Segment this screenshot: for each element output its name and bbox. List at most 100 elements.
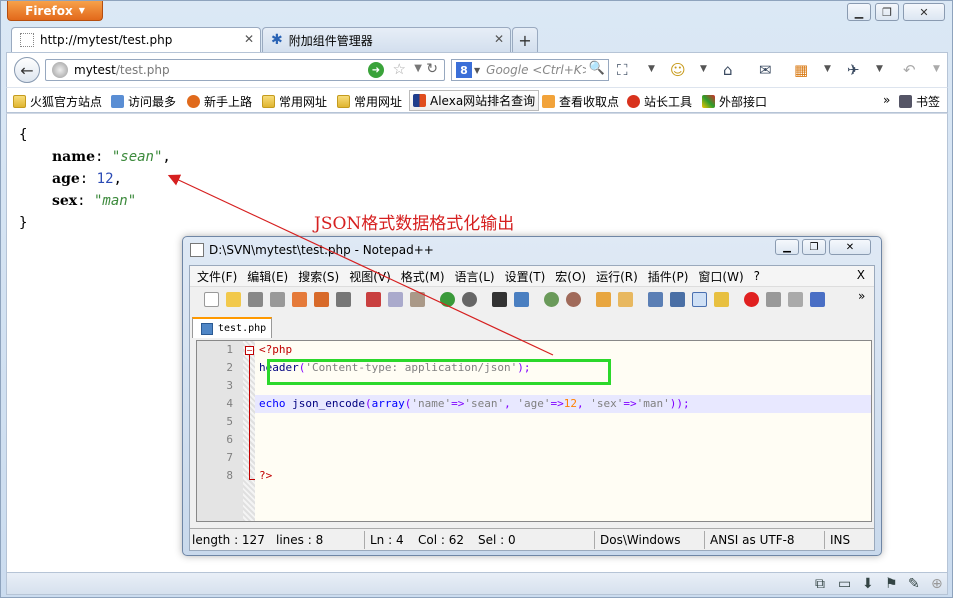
tab-test-php[interactable]: http://mytest/test.php ✕	[11, 27, 261, 52]
close-button[interactable]: ✕	[903, 3, 945, 21]
undo-icon[interactable]	[440, 292, 455, 307]
chevron-down-icon[interactable]: ▼	[700, 64, 707, 74]
run-macro-multiple-icon[interactable]	[810, 292, 825, 307]
menu-plugins[interactable]: 插件(P)	[648, 268, 689, 285]
status-lines: lines : 8	[276, 533, 324, 547]
menu-search[interactable]: 搜索(S)	[298, 268, 339, 285]
bookmark-item[interactable]: 常用网址	[337, 93, 402, 110]
close-all-icon[interactable]	[314, 292, 329, 307]
bookmarks-overflow[interactable]: »	[883, 93, 890, 107]
home-icon[interactable]: ⌂	[723, 61, 733, 79]
open-icon[interactable]: ⧉	[815, 576, 825, 592]
find-icon[interactable]	[492, 292, 507, 307]
chevron-down-icon[interactable]: ▼	[824, 64, 831, 74]
chevron-down-icon[interactable]: ▼	[876, 64, 883, 74]
apps-icon[interactable]: ▦	[794, 61, 808, 79]
window-icon[interactable]: ▭	[838, 576, 851, 592]
code-editor[interactable]: 1 2 3 4 5 6 7 8 − <?php header('Content-…	[196, 340, 872, 522]
menu-view[interactable]: 视图(V)	[349, 268, 391, 285]
replace-icon[interactable]	[514, 292, 529, 307]
search-engine-dropdown-icon[interactable]: ▼	[474, 66, 480, 75]
notepad-minimize-button[interactable]: ▁	[775, 239, 799, 255]
smiley-icon[interactable]: ☺	[670, 61, 686, 79]
bookmark-item[interactable]: 常用网址	[262, 93, 327, 110]
bookmarks-menu[interactable]: 书签	[899, 93, 940, 110]
notepad-tabbar: test.php	[190, 314, 874, 338]
bookmark-star-icon[interactable]: ☆	[393, 60, 406, 78]
mail-icon[interactable]: ✉	[759, 61, 772, 79]
save-icon[interactable]	[248, 292, 263, 307]
menu-file[interactable]: 文件(F)	[197, 268, 237, 285]
record-macro-icon[interactable]	[744, 292, 759, 307]
bookmark-item[interactable]: Alexa网站排名查询	[409, 90, 540, 111]
play-macro-icon[interactable]	[788, 292, 803, 307]
menu-help[interactable]: ?	[754, 269, 760, 283]
notepad-maximize-button[interactable]: ❐	[802, 239, 826, 255]
indent-guide-icon[interactable]	[692, 292, 707, 307]
show-all-chars-icon[interactable]	[670, 292, 685, 307]
cut-icon[interactable]	[366, 292, 381, 307]
chevron-down-icon[interactable]: ▼	[933, 64, 940, 74]
download-icon[interactable]: ⬇	[862, 576, 874, 592]
bookmark-item[interactable]: 查看收取点	[542, 93, 619, 110]
bookmark-item[interactable]: 外部接口	[702, 93, 767, 110]
bookmark-item[interactable]: 火狐官方站点	[13, 93, 102, 110]
close-file-icon[interactable]	[292, 292, 307, 307]
screenshot-icon[interactable]: ⛶	[617, 61, 628, 79]
new-file-icon[interactable]	[204, 292, 219, 307]
search-bar[interactable]: 8 ▼ Google <Ctrl+K> 🔍	[451, 59, 609, 81]
menu-format[interactable]: 格式(M)	[401, 268, 445, 285]
zoom-in-icon[interactable]	[544, 292, 559, 307]
copy-icon[interactable]	[388, 292, 403, 307]
open-file-icon[interactable]	[226, 292, 241, 307]
menu-edit[interactable]: 编辑(E)	[247, 268, 288, 285]
go-arrow-icon[interactable]: ➜	[368, 62, 384, 78]
reload-icon[interactable]: ↻	[426, 61, 438, 77]
tab-test-php-file[interactable]: test.php	[192, 317, 272, 338]
close-tab-icon[interactable]: ✕	[244, 32, 254, 46]
close-tab-icon[interactable]: ✕	[494, 32, 504, 46]
brush-icon[interactable]: ✎	[908, 576, 920, 592]
search-icon[interactable]: 🔍	[589, 61, 605, 76]
menu-settings[interactable]: 设置(T)	[505, 268, 546, 285]
bug-icon[interactable]: ✈	[847, 61, 860, 79]
redo-icon[interactable]	[462, 292, 477, 307]
addon-icon[interactable]: ⊕	[931, 576, 943, 592]
close-document-icon[interactable]: X	[857, 268, 865, 282]
line-number-gutter: 1 2 3 4 5 6 7 8	[197, 341, 243, 521]
print-icon[interactable]	[336, 292, 351, 307]
paste-icon[interactable]	[410, 292, 425, 307]
url-dropdown-icon[interactable]: ▼	[414, 63, 422, 74]
sync-vertical-icon[interactable]	[596, 292, 611, 307]
new-tab-button[interactable]: +	[512, 27, 538, 52]
word-wrap-icon[interactable]	[648, 292, 663, 307]
bookmark-item[interactable]: 站长工具	[627, 93, 692, 110]
notepad-close-button[interactable]: ✕	[829, 239, 871, 255]
search-placeholder: Google <Ctrl+K>	[486, 63, 587, 77]
menu-macro[interactable]: 宏(O)	[555, 268, 586, 285]
bookmark-item[interactable]: 新手上路	[187, 93, 252, 110]
zoom-out-icon[interactable]	[566, 292, 581, 307]
flag-icon[interactable]: ⚑	[885, 576, 898, 592]
google-icon: 8	[456, 62, 472, 78]
toolbar-overflow-icon[interactable]: »	[858, 289, 865, 303]
minimize-button[interactable]: ▁	[847, 3, 871, 21]
user-lang-icon[interactable]	[714, 292, 729, 307]
firefox-menu-button[interactable]: Firefox ▼	[7, 1, 103, 21]
bookmark-item[interactable]: 访问最多	[111, 93, 176, 110]
maximize-button[interactable]: ❐	[875, 3, 899, 21]
notepad-icon	[190, 243, 204, 257]
url-bar[interactable]: mytest/test.php ➜ ☆ ▼ ↻	[45, 59, 445, 81]
sync-horizontal-icon[interactable]	[618, 292, 633, 307]
menu-language[interactable]: 语言(L)	[455, 268, 495, 285]
chevron-down-icon[interactable]: ▼	[648, 64, 655, 74]
fold-collapse-icon[interactable]: −	[245, 346, 254, 355]
tab-addons-manager[interactable]: ✱ 附加组件管理器 ✕	[262, 27, 511, 52]
stop-macro-icon[interactable]	[766, 292, 781, 307]
menu-run[interactable]: 运行(R)	[596, 268, 638, 285]
save-all-icon[interactable]	[270, 292, 285, 307]
menu-window[interactable]: 窗口(W)	[698, 268, 743, 285]
undo-icon[interactable]: ↶	[903, 61, 916, 79]
back-button[interactable]: ←	[14, 57, 40, 83]
